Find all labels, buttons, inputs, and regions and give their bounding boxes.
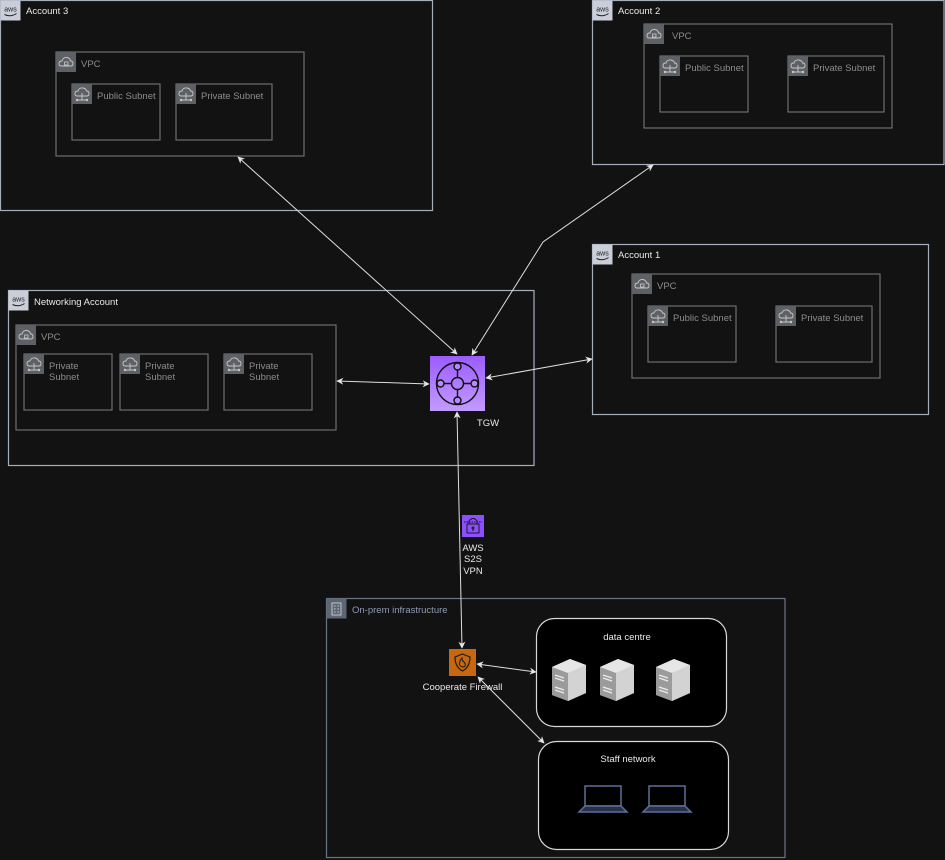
subnet-icon — [659, 55, 681, 77]
private-subnet-label: Subnet — [249, 372, 279, 383]
public-subnet-label: Public Subnet — [97, 91, 156, 102]
account-label: Account 2 — [618, 6, 660, 17]
vpc-label: VPC — [41, 332, 61, 343]
data-centre-label: data centre — [603, 632, 651, 643]
vpc-icon — [55, 51, 77, 73]
public-subnet-label: Public Subnet — [685, 63, 744, 74]
vpc-icon — [15, 324, 37, 346]
vpn-label-line1: AWS — [462, 543, 483, 554]
architecture-diagram: aws Account 3 — [0, 0, 945, 859]
subnet-icon — [175, 83, 197, 105]
vpc-label: VPC — [81, 59, 101, 70]
private-subnet-label: Private — [145, 361, 175, 372]
private-subnet-label: Subnet — [145, 372, 175, 383]
firewall-label: Cooperate Firewall — [423, 682, 503, 693]
subnet-icon — [647, 305, 669, 327]
tgw-label: TGW — [477, 418, 499, 429]
account-2-group: Account 2 VPC Public Subnet Private Subn… — [591, 0, 945, 166]
account-1-group: Account 1 VPC Public Subnet Private Subn… — [591, 243, 930, 416]
vpc-label: VPC — [672, 31, 692, 42]
account-3-group: Account 3 VPC Public Subnet Private Subn… — [0, 0, 434, 212]
account-label: Account 1 — [618, 250, 660, 261]
aws-cloud-icon — [592, 0, 613, 21]
private-subnet-label: Private — [249, 361, 279, 372]
onprem-label: On-prem infrastructure — [352, 605, 448, 616]
onprem-group: On-prem infrastructure Cooperate Firewal… — [325, 597, 786, 859]
private-subnet-label: Private Subnet — [813, 63, 876, 74]
vpc-icon — [643, 23, 665, 45]
private-subnet-label: Private — [49, 361, 79, 372]
subnet-icon — [119, 353, 141, 375]
subnet-icon — [787, 55, 809, 77]
vpn-node[interactable]: AWS S2S VPN — [462, 515, 484, 577]
building-icon — [326, 598, 347, 619]
subnet-icon — [71, 83, 93, 105]
staff-network-label: Staff network — [600, 754, 656, 765]
server-icon — [655, 658, 691, 702]
subnet-icon — [23, 353, 45, 375]
vpc-label: VPC — [657, 281, 677, 292]
aws-cloud-icon — [8, 290, 29, 311]
aws-cloud-icon — [0, 0, 21, 21]
staff-network-group: Staff network — [537, 740, 730, 851]
data-centre-group: data centre — [535, 617, 728, 728]
subnet-icon — [775, 305, 797, 327]
vpn-label-line3: VPN — [463, 566, 483, 577]
server-icon — [551, 658, 587, 702]
subnet-icon — [223, 353, 245, 375]
account-label: Networking Account — [34, 297, 118, 308]
vpc-icon — [631, 273, 653, 295]
public-subnet-label: Public Subnet — [673, 313, 732, 324]
private-subnet-label: Subnet — [49, 372, 79, 383]
account-label: Account 3 — [26, 6, 68, 17]
private-subnet-label: Private Subnet — [801, 313, 864, 324]
vpn-label-line2: S2S — [464, 554, 482, 565]
server-icon — [599, 658, 635, 702]
aws-cloud-icon — [592, 244, 613, 265]
private-subnet-label: Private Subnet — [201, 91, 264, 102]
